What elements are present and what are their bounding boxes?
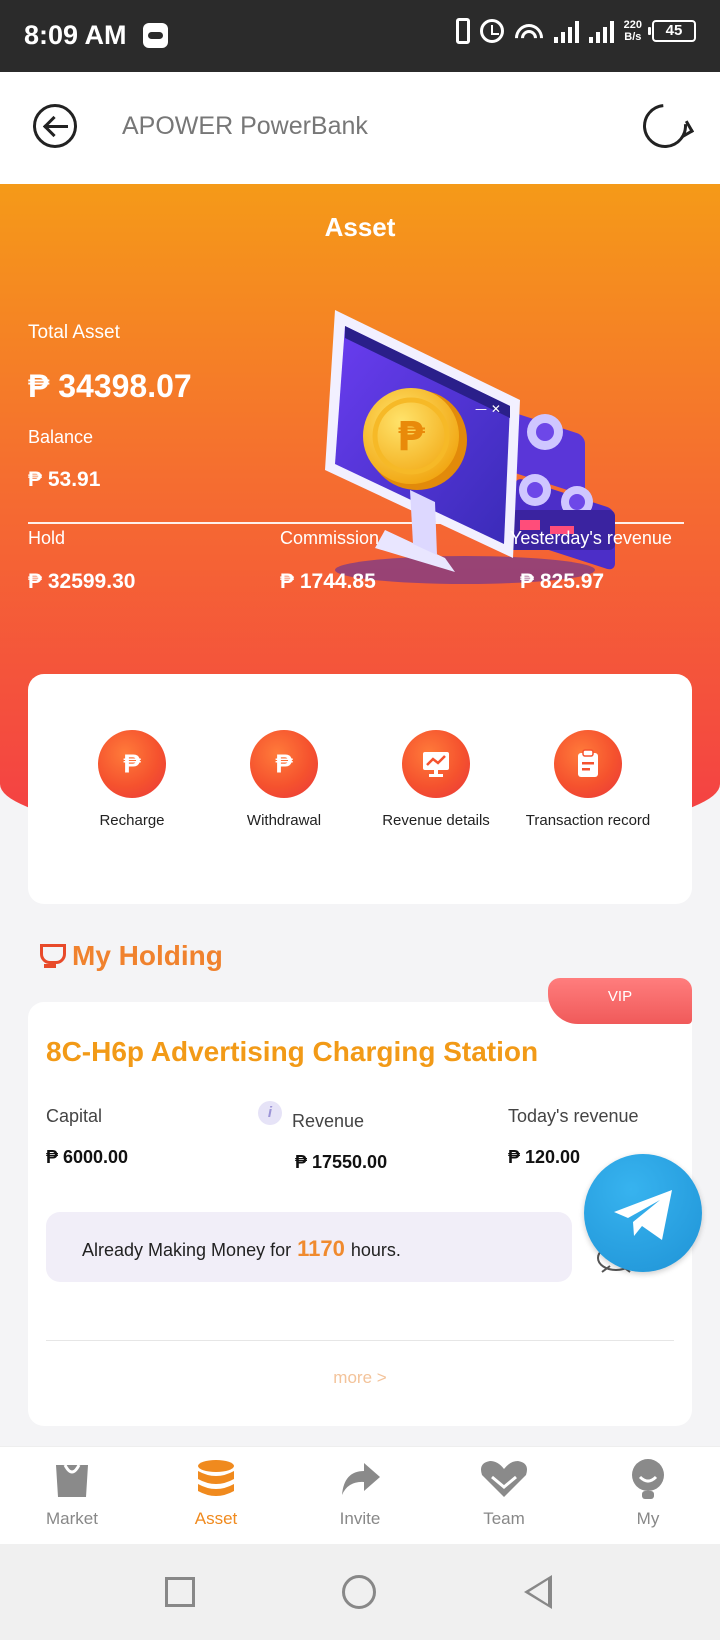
my-icon [632,1459,664,1499]
app-bar: APOWER PowerBank [0,72,720,184]
nav-asset-label: Asset [194,1509,238,1528]
my-holding-title: My Holding [72,940,223,971]
revenue-details-label: Revenue details [382,812,490,829]
telegram-icon [614,1190,672,1240]
recharge-label: Recharge [99,812,165,829]
market-icon [56,1464,88,1497]
hold-value: ₱ 32599.30 [28,570,136,593]
todays-revenue-label: Today's revenue [508,1106,639,1126]
page-title: Asset [324,212,396,242]
yesterday-revenue-label: Yesterday's revenue [510,528,672,548]
transaction-record-icon [554,730,622,798]
app-title: APOWER PowerBank [122,112,368,140]
commission-label: Commission [280,528,380,548]
card-divider [46,1340,674,1341]
withdrawal-button[interactable]: ₱ Withdrawal [204,730,364,829]
back-icon[interactable] [33,104,77,148]
nav-team[interactable]: Team [432,1457,576,1529]
todays-revenue-value: ₱ 120.00 [508,1147,581,1167]
hours-count: 1170 [297,1236,345,1261]
recharge-icon: ₱ [98,730,166,798]
total-asset-value: ₱ 34398.07 [28,368,192,404]
asset-icon [198,1460,234,1496]
transaction-record-button[interactable]: Transaction record [508,730,668,829]
signal-2-icon [588,19,614,43]
nav-market-label: Market [46,1509,98,1528]
refresh-icon[interactable] [634,95,696,157]
vibrate-icon [455,18,470,44]
wifi-icon [513,20,544,42]
revenue-value: ₱ 17550.00 [295,1152,388,1172]
network-rate: 220 B/s [623,19,642,43]
revenue-details-icon [402,730,470,798]
making-money-text: Already Making Money for 1170 hours. [82,1236,401,1261]
total-asset-label: Total Asset [28,322,120,343]
system-nav [0,1544,720,1640]
status-icons: 220 B/s 45 [455,18,696,44]
recents-icon[interactable] [165,1577,195,1607]
transaction-record-label: Transaction record [525,812,651,829]
balance-value: ₱ 53.91 [28,468,101,491]
my-holding-header: My Holding [36,940,223,972]
svg-text:— ✕: — ✕ [475,402,501,416]
nav-my-label: My [636,1509,660,1528]
making-money-banner: Already Making Money for 1170 hours. [46,1212,572,1282]
nav-market[interactable]: Market [0,1457,144,1529]
withdrawal-label: Withdrawal [246,812,322,829]
withdrawal-icon: ₱ [250,730,318,798]
product-name: 8C-H6p Advertising Charging Station [46,1036,539,1067]
game-controller-icon [143,23,168,48]
yesterday-revenue-value: ₱ 825.97 [520,570,605,593]
revenue-details-button[interactable]: Revenue details [356,730,516,829]
more-link[interactable]: more > [0,1368,720,1388]
vip-badge: VIP [548,978,692,1024]
telegram-button[interactable] [584,1154,702,1272]
status-time: 8:09 AM [24,20,127,50]
commission-value: ₱ 1744.85 [280,570,376,593]
nav-invite-label: Invite [339,1509,381,1528]
capital-value: ₱ 6000.00 [46,1147,129,1167]
trophy-icon [36,942,66,970]
battery-icon: 45 [648,20,696,42]
team-icon [481,1461,527,1497]
balance-label: Balance [28,427,94,447]
info-icon[interactable]: i [258,1101,282,1125]
quick-actions-card: ₱ Recharge ₱ Withdrawal Revenue details … [28,674,692,904]
nav-invite[interactable]: Invite [288,1457,432,1529]
recharge-button[interactable]: ₱ Recharge [52,730,212,829]
nav-asset[interactable]: Asset [144,1457,288,1529]
svg-text:₱: ₱ [397,414,425,460]
bottom-nav: Market Asset Invite Team My [0,1446,720,1544]
status-bar: 8:09 AM 220 B/s 45 [0,0,720,72]
capital-label: Capital [46,1106,103,1126]
alarm-icon [479,19,504,43]
nav-team-label: Team [483,1509,525,1528]
system-back-icon[interactable] [524,1575,552,1609]
home-icon[interactable] [342,1575,376,1609]
hold-label: Hold [28,528,66,548]
invite-icon [342,1463,380,1495]
revenue-label: Revenue [292,1111,365,1131]
signal-icon [553,19,579,43]
nav-my[interactable]: My [576,1457,720,1529]
